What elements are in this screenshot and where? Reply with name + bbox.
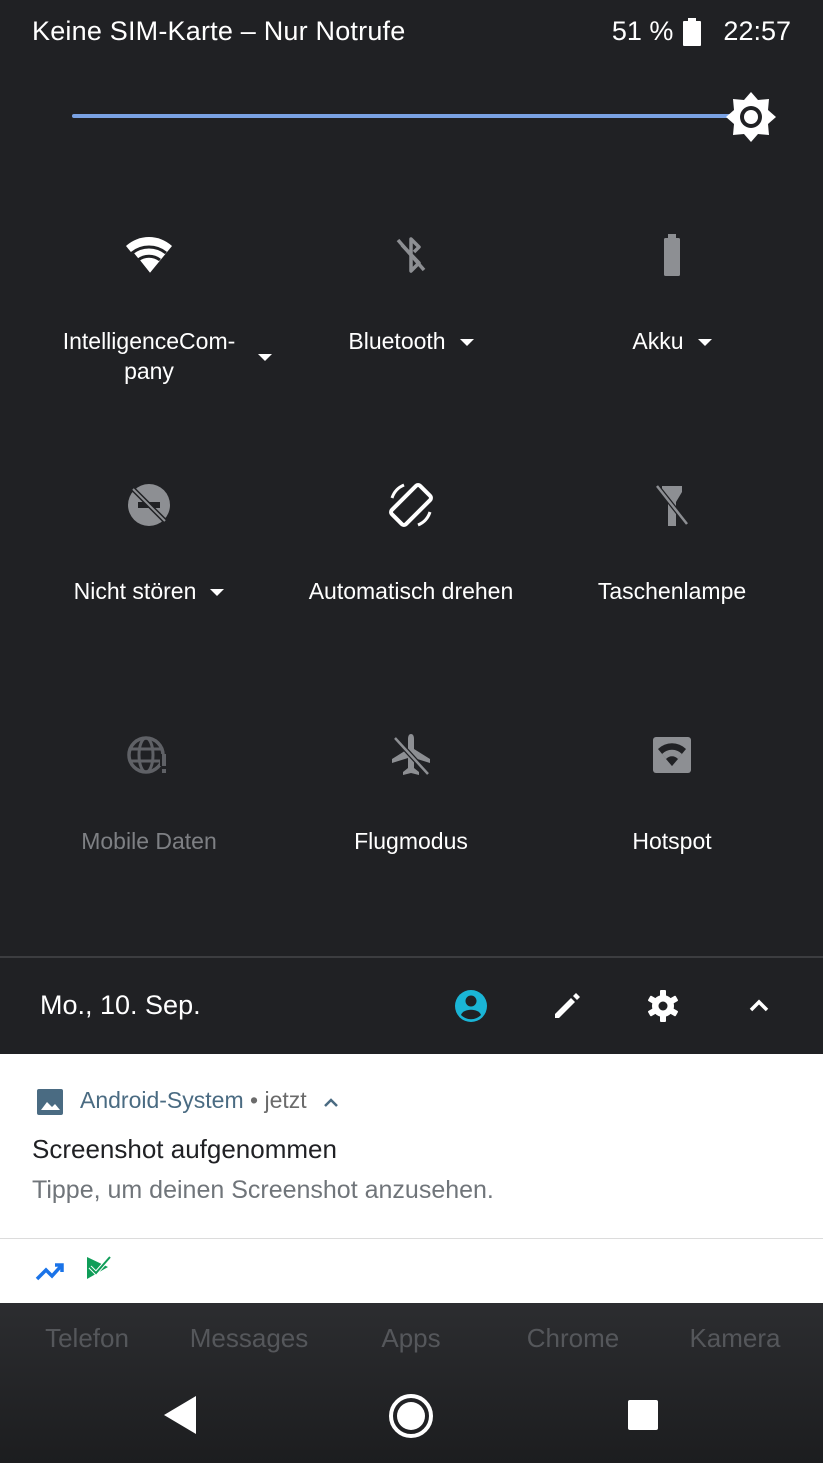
status-right: 51 % 22:57 [612,16,791,47]
brightness-icon[interactable] [724,90,778,144]
auto-rotate-icon [389,483,433,527]
notification-icon-row [0,1239,823,1303]
battery-saver-icon [664,234,680,276]
wifi-label-line2: pany [124,358,174,384]
back-icon[interactable] [160,1393,200,1437]
wifi-label-line1: IntelligenceCom- [62,328,236,354]
image-icon [37,1089,63,1115]
home-dock: Telefon Messages Apps Chrome Kamera [0,1303,823,1463]
battery-dropdown-caret[interactable] [697,339,712,347]
tile-flashlight[interactable]: Taschenlampe [541,480,803,680]
wifi-icon [126,237,172,275]
notification-text: Tippe, um deinen Screenshot anzusehen. [32,1176,494,1204]
notification-card[interactable]: Android-System • jetzt Screenshot aufgen… [0,1054,823,1238]
status-bar: Keine SIM-Karte – Nur Notrufe 51 % 22:57 [0,0,823,66]
battery-icon [683,17,702,46]
carrier-text: Keine SIM-Karte – Nur Notrufe [32,16,406,46]
tile-wifi-label: IntelligenceCom- pany [18,326,280,386]
dnd-dropdown-caret[interactable] [210,589,225,597]
brightness-slider[interactable] [72,114,740,118]
tile-mobile-data[interactable]: Mobile Daten [18,730,280,930]
tile-hotspot-label: Hotspot [632,828,712,854]
notification-header: Android-System • jetzt [80,1087,339,1114]
flashlight-icon [655,484,689,526]
tile-do-not-disturb[interactable]: Nicht stören [18,480,280,680]
tile-hotspot[interactable]: Hotspot [541,730,803,930]
collapse-icon[interactable] [741,988,777,1024]
user-icon[interactable] [453,988,489,1024]
tile-flashlight-label: Taschenlampe [597,578,747,604]
mobile-data-icon [127,736,168,774]
tile-battery-label: Akku [541,326,803,356]
hotspot-icon [653,737,691,773]
notification-title: Screenshot aufgenommen [32,1134,337,1164]
home-icon[interactable] [388,1393,434,1439]
tile-airplane-mode[interactable]: Flugmodus [280,730,542,930]
tile-bluetooth[interactable]: Bluetooth [280,230,542,430]
dock-app-kamera[interactable]: Kamera [654,1323,816,1354]
notification-time: jetzt [264,1087,307,1113]
tile-airplane-label: Flugmodus [354,828,468,854]
checkmark-flag-icon [87,1255,112,1279]
recents-icon[interactable] [627,1399,659,1431]
tile-dnd-label: Nicht stören [18,576,280,606]
bluetooth-label: Bluetooth [348,328,446,354]
bluetooth-dropdown-caret[interactable] [459,339,474,347]
clock: 22:57 [723,16,791,46]
edit-icon[interactable] [549,988,585,1024]
quick-settings-footer: Mo., 10. Sep. [0,958,823,1054]
tile-mobile-data-label: Mobile Daten [81,828,217,854]
battery-percent: 51 % [611,16,674,46]
trending-icon [35,1263,64,1281]
date-text: Mo., 10. Sep. [40,990,201,1020]
dnd-label: Nicht stören [73,578,197,604]
expand-icon[interactable] [323,1096,339,1108]
wifi-dropdown-caret[interactable] [258,354,272,361]
tile-wifi[interactable]: IntelligenceCom- pany [18,230,280,430]
dock-app-chrome[interactable]: Chrome [492,1323,654,1354]
tile-auto-rotate-label: Automatisch drehen [308,578,514,604]
do-not-disturb-icon [128,484,170,526]
dock-app-telefon[interactable]: Telefon [6,1323,168,1354]
airplane-mode-icon [392,734,430,776]
tile-auto-rotate[interactable]: Automatisch drehen [280,480,542,680]
bluetooth-off-icon [396,237,426,273]
notification-app-name: Android-System [80,1087,244,1113]
settings-icon[interactable] [645,988,681,1024]
dock-app-apps[interactable]: Apps [330,1323,492,1354]
tile-bluetooth-label: Bluetooth [280,326,542,356]
notification-separator: • [243,1087,265,1113]
battery-label: Akku [632,328,684,354]
tile-battery[interactable]: Akku [541,230,803,430]
dock-app-messages[interactable]: Messages [168,1323,330,1354]
